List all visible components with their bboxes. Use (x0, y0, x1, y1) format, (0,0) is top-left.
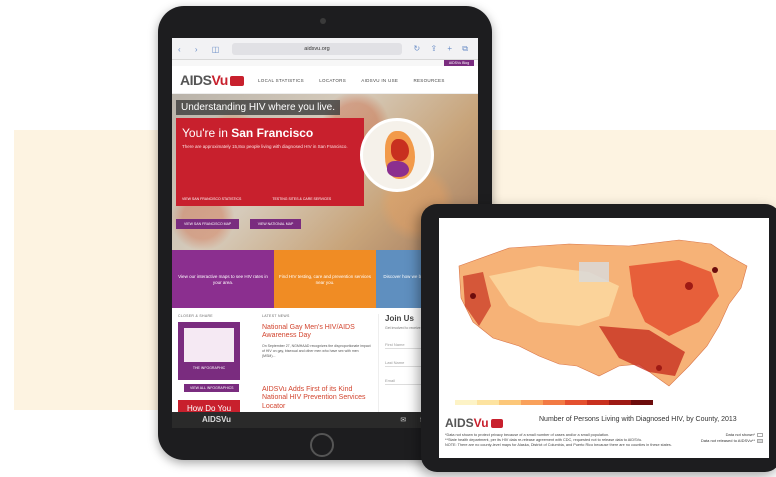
view-city-map-button[interactable]: VIEW SAN FRANCISCO MAP (176, 219, 240, 229)
stat-testing-link[interactable]: TESTING SITES & CARE SERVICES (272, 197, 331, 201)
legend-swatch (543, 400, 565, 405)
marketing-image: ‹ › ◫ ⊞ aidsvu.org ↻ ⇪ + ⧉ AIDSVu Blog A… (0, 0, 776, 477)
san-francisco-map-circle (360, 118, 434, 192)
infographic-thumbnail (184, 328, 234, 362)
legend-swatch (455, 400, 477, 405)
us-county-map (458, 239, 748, 387)
map-hotspot (712, 267, 718, 273)
legend-swatch (499, 400, 521, 405)
logo-text-aids: AIDS (180, 72, 212, 88)
stat-statistics-link[interactable]: VIEW SAN FRANCISCO STATISTICS (182, 197, 241, 201)
footnote-3: NOTE: There are no county-level maps for… (445, 443, 672, 448)
footer-logo[interactable]: AIDSVu (202, 415, 231, 424)
location-heading: You're in San Francisco (182, 126, 364, 140)
map-region (391, 139, 409, 161)
key-swatch-white (757, 433, 763, 437)
legend-swatch (587, 400, 609, 405)
nav-aidsvu-in-use[interactable]: AIDSVU IN USE (361, 78, 398, 83)
main-navigation: LOCAL STATISTICS LOCATORS AIDSVU IN USE … (258, 78, 459, 83)
home-button[interactable] (310, 433, 334, 457)
legend-swatch (565, 400, 587, 405)
map-region (387, 161, 409, 177)
infographic-card[interactable]: THE INFOGRAPHIC (178, 322, 240, 380)
logo-text-aids: AIDS (445, 416, 474, 430)
tile-find-services[interactable]: Find HIV testing, care and prevention se… (274, 250, 376, 308)
legend-swatch (631, 400, 653, 405)
view-all-infographics-button[interactable]: VIEW ALL INFOGRAPHICS (184, 384, 240, 392)
hero-buttons: VIEW SAN FRANCISCO MAP VIEW NATIONAL MAP (176, 212, 307, 230)
location-stats: VIEW SAN FRANCISCO STATISTICS TESTING SI… (182, 197, 361, 201)
logo-text-vu: Vu (473, 416, 489, 430)
browser-toolbar: ‹ › ◫ ⊞ aidsvu.org ↻ ⇪ + ⧉ (172, 38, 478, 60)
browser-action-icons[interactable]: ↻ ⇪ + ⧉ (414, 44, 472, 54)
key-swatch-gray (757, 439, 763, 444)
camera-dot (320, 18, 326, 24)
view-national-map-button[interactable]: VIEW NATIONAL MAP (249, 219, 302, 229)
infographic-caption: THE INFOGRAPHIC (192, 366, 226, 370)
legend-swatch (609, 400, 631, 405)
map-legend (455, 400, 653, 405)
map-region-no-data (579, 262, 609, 282)
news-body-1: On September 27, NGMHAAD recognizes the … (262, 344, 371, 359)
logo-text-vu: Vu (211, 72, 228, 88)
share-heading: CLOSER & SHARE (178, 314, 213, 318)
tile-interactive-maps[interactable]: View our interactive maps to see HIV rat… (172, 250, 274, 308)
nav-locators[interactable]: LOCATORS (319, 78, 346, 83)
tablet-aidsvu-logo: AIDSVu (445, 416, 503, 430)
key-not-released-label: Data not released to AIDSVu** (700, 438, 755, 444)
location-name: San Francisco (231, 126, 314, 140)
us-map-icon (490, 419, 503, 428)
key-not-shown-label: Data not shown* (725, 432, 755, 437)
tablet-screen: AIDSVu Number of Persons Living with Dia… (439, 218, 769, 458)
nav-local-statistics[interactable]: LOCAL STATISTICS (258, 78, 304, 83)
location-description: There are approximately 15,8xx people li… (182, 144, 348, 149)
legend-swatch (477, 400, 499, 405)
map-footnotes: *Data not shown to protect privacy becau… (445, 433, 695, 448)
map-title: Number of Persons Living with Diagnosed … (539, 416, 737, 423)
site-header: AIDSVu LOCAL STATISTICS LOCATORS AIDSVU … (172, 66, 478, 94)
news-title-2[interactable]: AIDSVu Adds First of its Kind National H… (262, 386, 372, 411)
us-map-icon (229, 76, 244, 86)
map-hotspot (685, 282, 693, 290)
hero-tagline: Understanding HIV where you live. (176, 100, 340, 115)
map-hotspot (470, 293, 476, 299)
legend-swatch (521, 400, 543, 405)
map-key: Data not shown* Data not released to AID… (701, 432, 763, 445)
location-prefix: You're in (182, 126, 228, 140)
news-title-1[interactable]: National Gay Men's HIV/AIDS Awareness Da… (262, 324, 372, 341)
key-not-released: Data not released to AIDSVu** (701, 438, 763, 444)
location-card: You're in San Francisco There are approx… (176, 118, 364, 206)
nav-resources[interactable]: RESOURCES (413, 78, 444, 83)
aidsvu-logo[interactable]: AIDSVu (180, 72, 244, 88)
map-hotspot (656, 365, 662, 371)
news-heading: LATEST NEWS (262, 314, 290, 318)
ipad-device-landscape: AIDSVu Number of Persons Living with Dia… (421, 204, 776, 472)
address-bar[interactable]: aidsvu.org (232, 43, 402, 55)
